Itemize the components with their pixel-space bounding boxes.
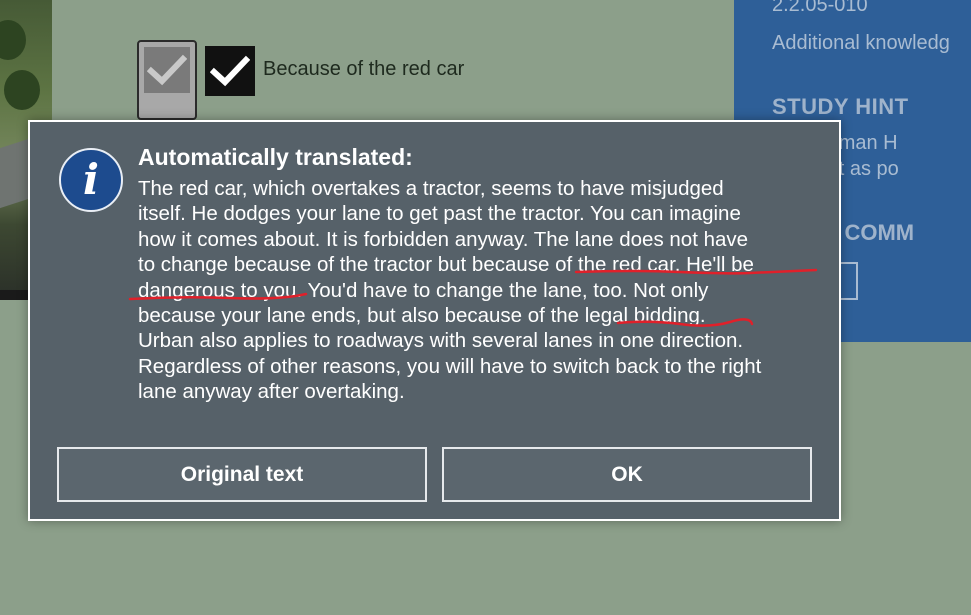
body-line: to change because of the tractor but bec… — [138, 253, 754, 277]
body-line: how it comes about. It is forbidden anyw… — [138, 227, 749, 251]
additional-knowledge-link[interactable]: Additional knowledg — [772, 32, 950, 55]
body-line: dangerous to you. You'd have to change t… — [138, 278, 709, 302]
body-line: itself. He dodges your lane to get past … — [138, 202, 741, 226]
question-code: 2.2.05-010 — [772, 0, 868, 16]
answer-checkbox-correct — [205, 46, 255, 96]
body-line: lane anyway after overtaking. — [138, 380, 405, 404]
info-icon: i — [59, 148, 123, 212]
check-icon — [210, 55, 250, 87]
answer-checkbox-user[interactable] — [137, 40, 197, 120]
answer-label: Because of the red car — [263, 58, 465, 80]
body-line: because your lane ends, but also because… — [138, 304, 706, 328]
study-hint-heading: STUDY HINT — [772, 94, 909, 119]
body-line: Urban also applies to roadways with seve… — [138, 329, 744, 353]
dialog-title: Automatically translated: — [138, 144, 413, 170]
body-line: The red car, which overtakes a tractor, … — [138, 177, 724, 200]
ok-button[interactable]: OK — [442, 447, 812, 502]
dialog-body: The red car, which overtakes a tractor, … — [138, 176, 818, 405]
translation-dialog: i Automatically translated: The red car,… — [28, 120, 841, 521]
answer-option[interactable]: Because of the red car — [137, 40, 464, 120]
original-text-button[interactable]: Original text — [57, 447, 427, 502]
check-icon — [147, 54, 187, 86]
body-line: Regardless of other reasons, you will ha… — [138, 354, 762, 378]
